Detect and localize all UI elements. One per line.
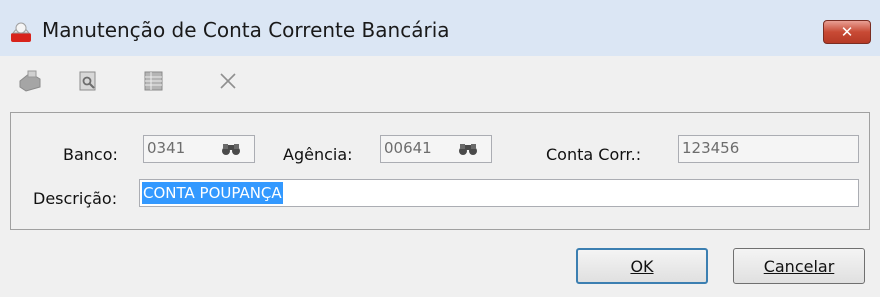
cancel-button[interactable]: Cancelar xyxy=(733,248,865,284)
window-title: Manutenção de Conta Corrente Bancária xyxy=(42,18,450,42)
form-group: Banco: 0341 Agência: 00641 Conta Corr.: … xyxy=(10,112,870,230)
banco-field[interactable]: 0341 xyxy=(143,135,255,163)
descricao-value: CONTA POUPANÇA xyxy=(142,182,283,204)
app-icon xyxy=(8,20,34,44)
agencia-field[interactable]: 00641 xyxy=(380,135,492,163)
delete-button[interactable] xyxy=(212,66,244,96)
descricao-label: Descrição: xyxy=(33,189,118,208)
ok-label: OK xyxy=(630,256,654,276)
conta-value: 123456 xyxy=(682,139,740,157)
delete-icon xyxy=(220,73,236,89)
banco-search-button[interactable] xyxy=(220,139,242,159)
print-button[interactable] xyxy=(14,66,46,96)
preview-icon xyxy=(79,71,96,91)
close-button[interactable]: ✕ xyxy=(823,20,871,44)
conta-field[interactable]: 123456 xyxy=(678,135,859,163)
banco-label: Banco: xyxy=(63,145,118,164)
title-bar: Manutenção de Conta Corrente Bancária ✕ xyxy=(0,0,880,56)
descricao-field[interactable]: CONTA POUPANÇA xyxy=(139,179,859,207)
toolbar xyxy=(0,56,880,104)
preview-button[interactable] xyxy=(72,66,104,96)
print-icon xyxy=(19,70,41,92)
grid-icon xyxy=(144,71,163,91)
client-area: Banco: 0341 Agência: 00641 Conta Corr.: … xyxy=(0,56,880,297)
binoculars-icon xyxy=(459,144,477,155)
conta-label: Conta Corr.: xyxy=(546,145,642,164)
grid-button[interactable] xyxy=(138,66,170,96)
ok-button[interactable]: OK xyxy=(576,248,708,284)
binoculars-icon xyxy=(222,144,240,155)
agencia-search-button[interactable] xyxy=(457,139,479,159)
cancel-label: Cancelar xyxy=(763,256,835,276)
close-icon: ✕ xyxy=(840,23,854,41)
banco-value: 0341 xyxy=(147,139,186,157)
agencia-value: 00641 xyxy=(384,139,432,157)
agencia-label: Agência: xyxy=(283,145,353,164)
